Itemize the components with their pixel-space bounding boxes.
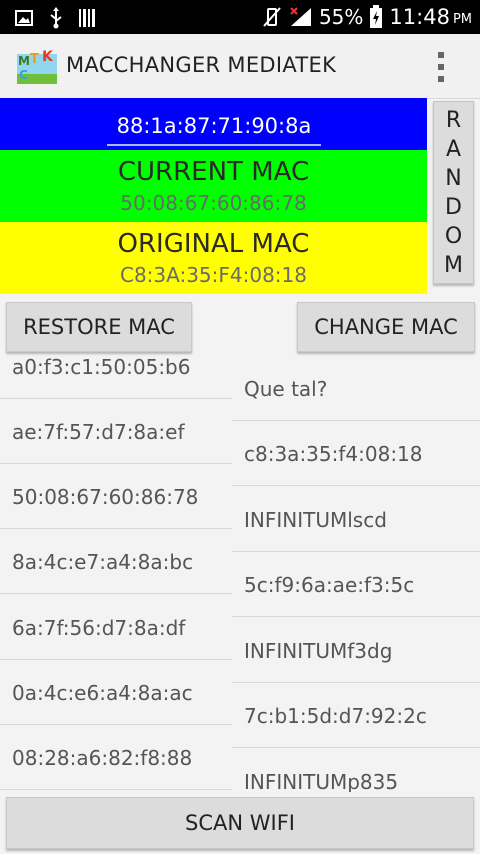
list-item[interactable]: Que tal?	[232, 356, 480, 421]
barcode-icon	[79, 9, 95, 27]
usb-icon	[50, 7, 62, 29]
app-logo-letter-t: T	[30, 52, 39, 67]
list-item-text: 5c:f9:6a:ae:f3:5c	[244, 573, 415, 597]
list-item-text: ae:7f:57:d7:8a:ef	[12, 420, 185, 444]
random-letter: O	[444, 223, 463, 249]
change-mac-button[interactable]: CHANGE MAC	[297, 302, 475, 352]
battery-charging-icon	[370, 5, 383, 28]
clock-time: 11:48	[389, 5, 450, 29]
list-item[interactable]: 50:08:67:60:86:78	[0, 464, 232, 529]
list-item[interactable]: 6a:7f:56:d7:8a:df	[0, 595, 232, 660]
app-title: MACCHANGER MEDIATEK	[66, 53, 337, 77]
list-item[interactable]: 8a:4c:e7:a4:8a:bc	[0, 529, 232, 594]
list-item[interactable]: c8:3a:35:f4:08:18	[232, 421, 480, 486]
current-mac-panel: CURRENT MAC 50:08:67:60:86:78	[0, 150, 427, 222]
list-item[interactable]: INFINITUMlscd	[232, 487, 480, 552]
screenshot-icon	[15, 10, 33, 26]
list-item[interactable]: a0:f3:c1:50:05:b6	[0, 352, 232, 399]
list-item-text: INFINITUMp835	[244, 770, 399, 792]
list-item[interactable]: INFINITUMp835	[232, 749, 480, 792]
random-letter: A	[445, 136, 462, 162]
list-item[interactable]: 0a:4c:e6:a4:8a:ac	[0, 660, 232, 725]
scan-wifi-button[interactable]: SCAN WIFI	[6, 797, 474, 849]
list-item[interactable]: ae:7f:57:d7:8a:ef	[0, 399, 232, 464]
app-logo-letter-c: C	[19, 68, 28, 82]
random-letter: N	[445, 165, 462, 191]
new-mac-input[interactable]	[107, 108, 321, 146]
original-mac-panel: ORIGINAL MAC C8:3A:35:F4:08:18	[0, 222, 427, 294]
battery-percent: 55%	[318, 5, 364, 29]
action-bar: M T K C MACCHANGER MEDIATEK	[0, 34, 480, 99]
list-item-text: Que tal?	[244, 377, 328, 401]
list-item-text: 7c:b1:5d:d7:92:2c	[244, 704, 427, 728]
list-item[interactable]: 08:28:a6:82:f8:88	[0, 725, 232, 790]
random-letter: M	[444, 252, 463, 278]
list-item-text: INFINITUMlscd	[244, 508, 387, 532]
clock-ampm: PM	[452, 11, 472, 27]
wifi-list-area: a0:f3:c1:50:05:b6 ae:7f:57:d7:8a:ef 50:0…	[0, 352, 480, 792]
original-mac-label: ORIGINAL MAC	[117, 229, 310, 259]
list-item-text: 6a:7f:56:d7:8a:df	[12, 616, 186, 640]
random-button[interactable]: R A N D O M	[433, 101, 474, 284]
list-item-text: INFINITUMf3dg	[244, 639, 393, 663]
vibrate-mute-icon	[263, 7, 281, 27]
status-bar: 55% 11:48 PM	[0, 0, 480, 34]
new-mac-panel	[0, 98, 427, 150]
original-mac-value: C8:3A:35:F4:08:18	[119, 263, 307, 287]
overflow-menu-icon[interactable]	[437, 52, 445, 82]
random-letter: R	[445, 107, 462, 133]
list-item-text: 08:28:a6:82:f8:88	[12, 746, 193, 770]
current-mac-label: CURRENT MAC	[117, 157, 310, 187]
list-item[interactable]: INFINITUMf3dg	[232, 618, 480, 683]
current-mac-value: 50:08:67:60:86:78	[120, 191, 307, 215]
list-item[interactable]: 7c:b1:5d:d7:92:2c	[232, 683, 480, 748]
app-logo-letter-k: K	[42, 49, 54, 65]
list-item[interactable]: 5c:f9:6a:ae:f3:5c	[232, 552, 480, 617]
list-item-text: 8a:4c:e7:a4:8a:bc	[12, 550, 194, 574]
list-item-text: 0a:4c:e6:a4:8a:ac	[12, 681, 193, 705]
app-logo-icon: M T K C	[17, 49, 57, 84]
random-letter: D	[445, 194, 462, 220]
list-item-text: a0:f3:c1:50:05:b6	[12, 355, 191, 379]
list-item-text: c8:3a:35:f4:08:18	[244, 442, 423, 466]
app-logo-letter-m: M	[18, 54, 30, 68]
restore-mac-button[interactable]: RESTORE MAC	[6, 302, 192, 352]
signal-icon	[290, 7, 311, 26]
list-item-text: 50:08:67:60:86:78	[12, 485, 199, 509]
